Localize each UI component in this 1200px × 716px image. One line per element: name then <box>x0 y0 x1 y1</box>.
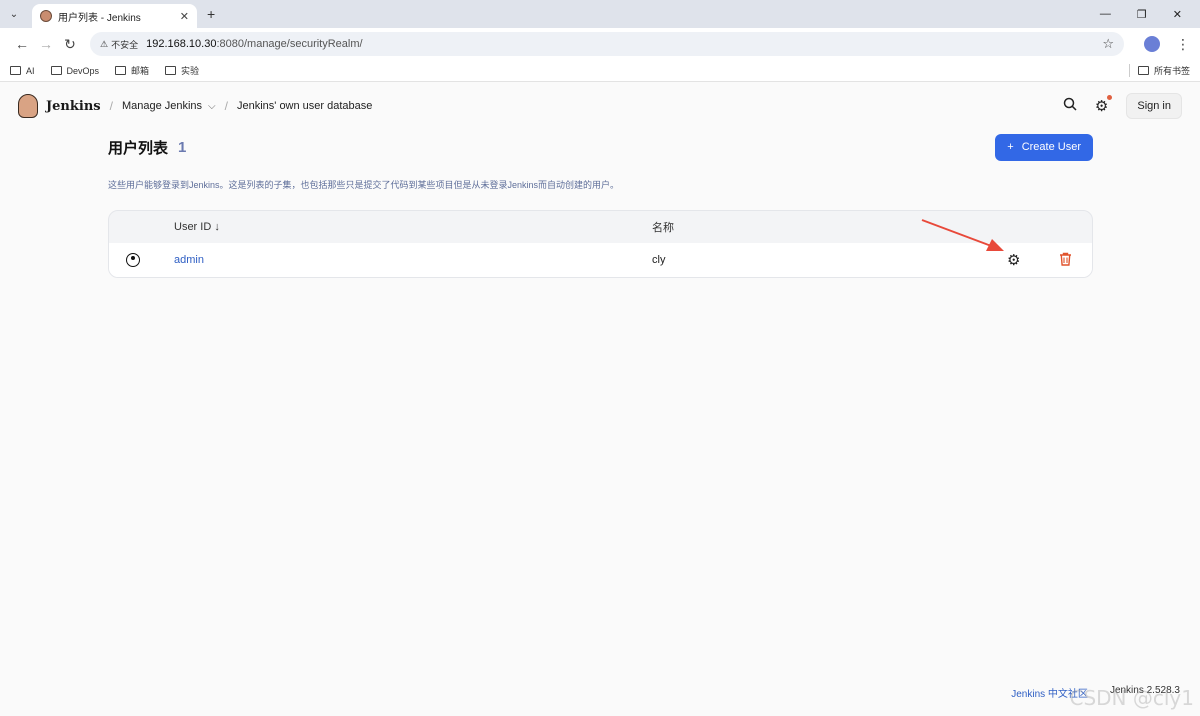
create-user-label: Create User <box>1021 141 1081 153</box>
breadcrumb-separator: / <box>224 99 228 113</box>
browser-tabbar: ⌄ 用户列表 - Jenkins ✕ + — ❐ ✕ <box>0 0 1200 28</box>
warning-icon: ⚠ <box>100 38 109 49</box>
all-bookmarks-label: 所有书签 <box>1153 66 1190 76</box>
plus-icon: + <box>1007 141 1014 153</box>
jenkins-brand[interactable]: Jenkins <box>46 99 101 114</box>
column-name[interactable]: 名称 <box>652 219 674 235</box>
insecure-label: 不安全 <box>111 39 139 50</box>
bookmark-folder-mail[interactable]: 邮箱 <box>115 64 149 77</box>
user-avatar-icon <box>126 253 140 267</box>
address-bar: ← → ↻ ⚠ 不安全 192.168.10.30:8080/manage/se… <box>0 28 1200 60</box>
url-path: :8080/manage/securityRealm/ <box>216 38 363 50</box>
breadcrumb-manage-jenkins[interactable]: Manage Jenkins <box>122 100 202 112</box>
csdn-watermark: CSDN @cly1 <box>1069 686 1195 710</box>
bookmark-label: DevOps <box>66 65 100 76</box>
bookmark-label: 实验 <box>181 66 200 76</box>
jenkins-header: Jenkins / Manage Jenkins ⌵ / Jenkins' ow… <box>0 82 1200 130</box>
page-description: 这些用户能够登录到Jenkins。这是列表的子集，也包括那些只是提交了代码到某些… <box>108 180 620 190</box>
breadcrumb-separator: / <box>109 99 113 113</box>
minimize-icon[interactable]: — <box>1100 8 1111 21</box>
jenkins-logo-icon[interactable] <box>18 94 38 118</box>
sort-arrow-icon: ↓ <box>214 221 220 233</box>
chevron-down-icon[interactable]: ⌵ <box>208 101 216 112</box>
browser-menu-icon[interactable]: ⋮ <box>1176 36 1190 53</box>
all-bookmarks[interactable]: 所有书签 <box>1128 64 1190 77</box>
folder-icon <box>10 66 21 75</box>
user-id-link[interactable]: admin <box>174 254 204 266</box>
bookmark-label: AI <box>26 65 35 76</box>
breadcrumb-user-database[interactable]: Jenkins' own user database <box>237 100 372 112</box>
bookmark-label: 邮箱 <box>131 66 150 76</box>
annotation-arrow <box>921 219 1004 251</box>
folder-icon <box>1137 66 1149 75</box>
user-count: 1 <box>178 138 187 156</box>
window-controls: — ❐ ✕ <box>1100 8 1200 21</box>
column-user-id-label: User ID <box>174 221 212 233</box>
sign-in-button[interactable]: Sign in <box>1126 93 1182 119</box>
column-user-id[interactable]: User ID ↓ <box>174 221 220 233</box>
reload-icon[interactable]: ↻ <box>58 36 82 53</box>
bookmark-folder-devops[interactable]: DevOps <box>50 65 100 76</box>
tab-title: 用户列表 - Jenkins <box>58 12 141 24</box>
search-icon[interactable] <box>1063 97 1077 115</box>
notification-dot <box>1107 95 1113 100</box>
create-user-button[interactable]: + Create User <box>995 133 1093 161</box>
url-field[interactable]: ⚠ 不安全 192.168.10.30:8080/manage/security… <box>90 32 1124 56</box>
insecure-badge[interactable]: ⚠ 不安全 <box>100 38 138 51</box>
bookmark-folder-ai[interactable]: AI <box>10 66 35 76</box>
folder-icon <box>165 66 177 75</box>
tab-search-icon[interactable]: ⌄ <box>6 6 22 22</box>
bookmark-folder-lab[interactable]: 实验 <box>165 64 199 77</box>
new-tab-icon[interactable]: + <box>207 6 215 22</box>
url-host: 192.168.10.30 <box>146 38 217 50</box>
folder-icon <box>50 66 62 75</box>
settings-gear-icon[interactable]: ⚙ <box>1095 95 1113 115</box>
browser-tab[interactable]: 用户列表 - Jenkins ✕ <box>32 4 197 28</box>
forward-icon[interactable]: → <box>34 36 58 52</box>
restore-icon[interactable]: ❐ <box>1137 8 1147 21</box>
jenkins-favicon-icon <box>40 10 52 22</box>
bookmark-star-icon[interactable]: ☆ <box>1102 36 1114 52</box>
back-icon[interactable]: ← <box>10 36 34 52</box>
user-name: cly <box>652 254 666 266</box>
profile-avatar[interactable] <box>1144 36 1160 52</box>
page-title: 用户列表 <box>108 139 169 157</box>
delete-user-trash-icon[interactable] <box>1059 252 1072 269</box>
close-window-icon[interactable]: ✕ <box>1173 8 1182 21</box>
close-tab-icon[interactable]: ✕ <box>180 10 189 23</box>
folder-icon <box>115 66 127 75</box>
bookmarks-bar: AI DevOps 邮箱 实验 所有书签 <box>0 60 1200 82</box>
